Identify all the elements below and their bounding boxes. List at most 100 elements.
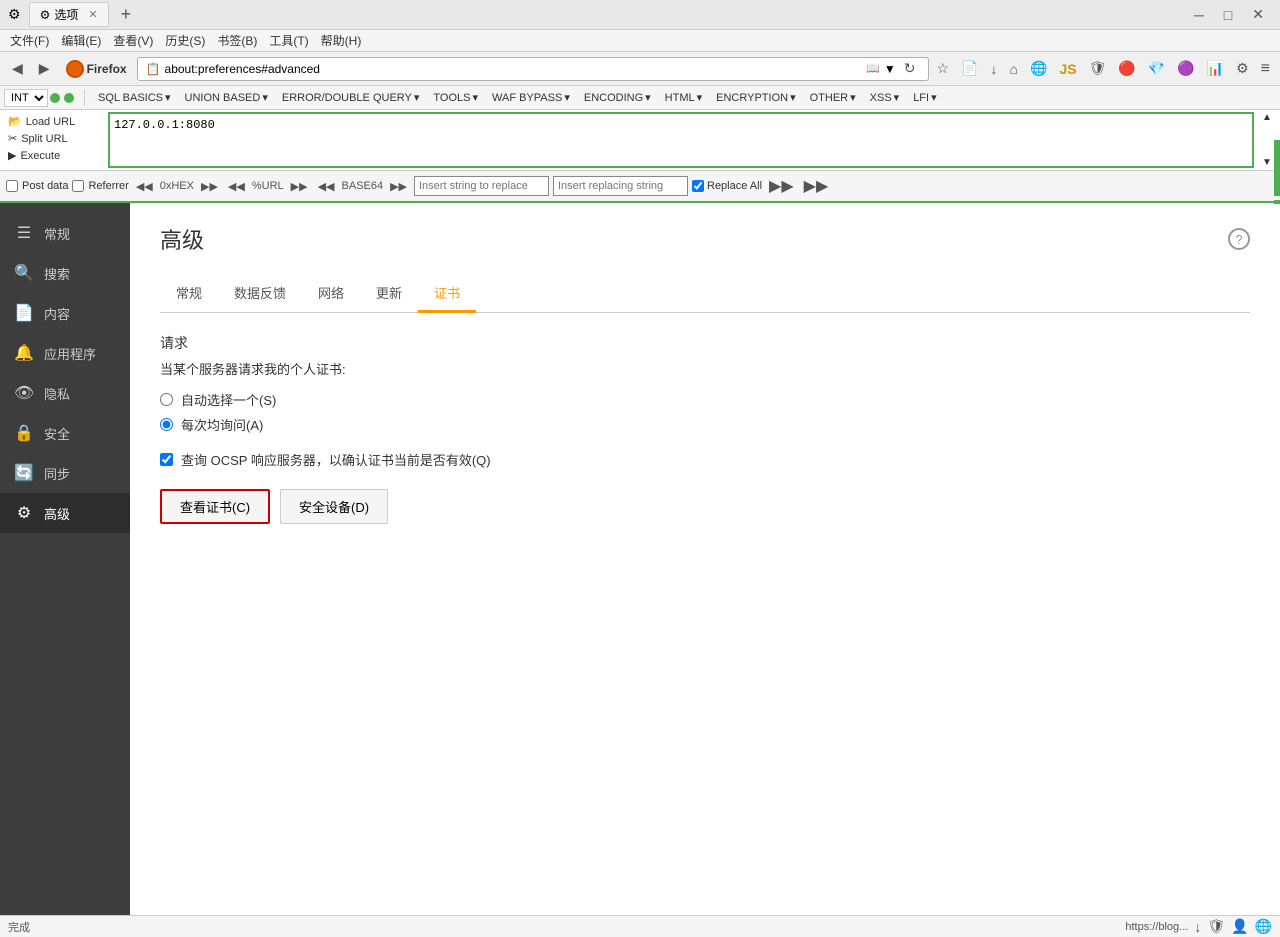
waf-bypass-menu[interactable]: WAF BYPASS▾ <box>487 90 575 105</box>
tools-menu[interactable]: TOOLS▾ <box>428 90 483 105</box>
menu-view[interactable]: 查看(V) <box>107 30 159 51</box>
reload-button[interactable]: ↻ <box>900 60 920 77</box>
ext-icon3[interactable]: 💎 <box>1144 58 1169 79</box>
sidebar-item-advanced[interactable]: ⚙ 高级 <box>0 493 130 533</box>
hex-label: 0xHEX <box>160 180 194 192</box>
ext-icon5[interactable]: 📊 <box>1203 58 1228 79</box>
replace-all-label[interactable]: Replace All <box>707 180 762 192</box>
menu-file[interactable]: 文件(F) <box>4 30 55 51</box>
sidebar-item-security[interactable]: 🔒 安全 <box>0 413 130 453</box>
sql-basics-menu[interactable]: SQL BASICS▾ <box>93 90 176 105</box>
menu-history[interactable]: 历史(S) <box>159 30 211 51</box>
tab-datafeedback[interactable]: 数据反馈 <box>218 275 302 313</box>
post-data-label[interactable]: Post data <box>22 180 68 192</box>
sidebar-item-sync[interactable]: 🔄 同步 <box>0 453 130 493</box>
url-expand-button[interactable]: ▲ <box>1258 112 1276 123</box>
ext-icon2[interactable]: 🔴 <box>1114 58 1139 79</box>
tab-certificate[interactable]: 证书 <box>418 275 476 313</box>
tabs-bar: 常规 数据反馈 网络 更新 证书 <box>160 275 1250 313</box>
close-button[interactable]: ✕ <box>1244 4 1272 25</box>
sidebar-item-general[interactable]: ☰ 常规 <box>0 213 130 253</box>
bookmark-icon[interactable]: ▼ <box>884 62 896 76</box>
nav-bar: ◀ ▶ Firefox 📋 📖 ▼ ↻ ☆ 📄 ↓ ⌂ 🌐 JS 🛡 🔴 💎 🟣… <box>0 52 1280 86</box>
firefox-label: Firefox <box>87 62 127 76</box>
replace-double-right-arrow[interactable]: ▶▶ <box>801 175 832 197</box>
tab-general[interactable]: 常规 <box>160 275 218 313</box>
other-menu[interactable]: OTHER▾ <box>805 90 861 105</box>
url-left-arrow[interactable]: ◀◀ <box>225 179 248 194</box>
menu-help[interactable]: 帮助(H) <box>315 30 368 51</box>
base64-left-arrow[interactable]: ◀◀ <box>315 179 338 194</box>
error-query-menu[interactable]: ERROR/DOUBLE QUERY▾ <box>277 90 425 105</box>
tab-close-icon[interactable]: ✕ <box>88 8 97 21</box>
referrer-label[interactable]: Referrer <box>88 180 128 192</box>
settings-icon[interactable]: ⚙ <box>1232 58 1253 79</box>
minimize-button[interactable]: ─ <box>1186 4 1212 25</box>
post-data-checkbox[interactable] <box>6 180 18 192</box>
radio-auto-item[interactable]: 自动选择一个(S) <box>160 390 1250 409</box>
maximize-button[interactable]: □ <box>1216 4 1240 25</box>
content-icon: 📄 <box>14 303 34 323</box>
insert-replace-input[interactable] <box>414 176 549 196</box>
menu-edit[interactable]: 编辑(E) <box>55 30 107 51</box>
base64-right-arrow[interactable]: ▶▶ <box>387 179 410 194</box>
ocsp-checkbox-item[interactable]: 查询 OCSP 响应服务器，以确认证书当前是否有效(Q) <box>160 450 1250 469</box>
security-devices-button[interactable]: 安全设备(D) <box>280 489 388 524</box>
star-icon[interactable]: ☆ <box>933 58 954 79</box>
hex-left-arrow[interactable]: ◀◀ <box>133 179 156 194</box>
url-input[interactable]: 127.0.0.1:8080 <box>108 112 1254 168</box>
ext-icon4[interactable]: 🟣 <box>1173 58 1198 79</box>
url-actions: 📂 Load URL ✂ Split URL ▶ Execute <box>4 112 104 168</box>
menu-bookmarks[interactable]: 书签(B) <box>211 30 263 51</box>
tab-item[interactable]: ⚙ 选项 ✕ <box>29 2 109 27</box>
reader-icon[interactable]: 📄 <box>957 58 982 79</box>
tab-network[interactable]: 网络 <box>302 275 360 313</box>
hex-right-arrow[interactable]: ▶▶ <box>198 179 221 194</box>
general-icon: ☰ <box>14 223 34 243</box>
view-cert-button[interactable]: 查看证书(C) <box>160 489 270 524</box>
sidebar-label-apps: 应用程序 <box>44 344 96 363</box>
download-icon[interactable]: ↓ <box>987 59 1002 79</box>
menu-icon[interactable]: ≡ <box>1257 58 1274 80</box>
globe-icon[interactable]: 🌐 <box>1026 58 1051 79</box>
sidebar-item-search[interactable]: 🔍 搜索 <box>0 253 130 293</box>
xss-menu[interactable]: XSS▾ <box>865 90 905 105</box>
new-tab-button[interactable]: + <box>117 4 136 25</box>
encoding-menu[interactable]: ENCODING▾ <box>579 90 656 105</box>
help-button[interactable]: ? <box>1228 228 1250 250</box>
replace-all-checkbox[interactable] <box>692 180 704 192</box>
reader-view-icon[interactable]: 📖 <box>866 62 880 75</box>
radio-auto[interactable] <box>160 393 173 406</box>
load-url-button[interactable]: 📂 Load URL <box>4 114 104 129</box>
int-select[interactable]: INT <box>4 89 48 107</box>
sidebar-label-search: 搜索 <box>44 264 70 283</box>
status-download-icon[interactable]: ↓ <box>1194 919 1201 935</box>
sidebar-item-privacy[interactable]: 👁 隐私 <box>0 373 130 413</box>
section-request-title: 请求 <box>160 333 1250 353</box>
address-input[interactable] <box>165 62 863 76</box>
html-menu[interactable]: HTML▾ <box>660 90 707 105</box>
menu-tools[interactable]: 工具(T) <box>263 30 314 51</box>
home-icon[interactable]: ⌂ <box>1006 59 1022 79</box>
union-based-menu[interactable]: UNION BASED▾ <box>180 90 273 105</box>
radio-ask[interactable] <box>160 418 173 431</box>
certificate-section: 请求 当某个服务器请求我的个人证书: 自动选择一个(S) 每次均询问(A) 查询… <box>160 333 1250 524</box>
lfi-menu[interactable]: LFI▾ <box>908 90 941 105</box>
tab-update[interactable]: 更新 <box>360 275 418 313</box>
url-right-arrow[interactable]: ▶▶ <box>288 179 311 194</box>
back-button[interactable]: ◀ <box>6 57 29 80</box>
sidebar-item-content[interactable]: 📄 内容 <box>0 293 130 333</box>
status-shield-icon: 🛡 <box>1207 918 1225 935</box>
split-url-button[interactable]: ✂ Split URL <box>4 131 104 146</box>
encryption-menu[interactable]: ENCRYPTION▾ <box>711 90 800 105</box>
ext-icon1[interactable]: 🛡 <box>1085 58 1111 79</box>
sidebar-item-apps[interactable]: 🔔 应用程序 <box>0 333 130 373</box>
ocsp-checkbox[interactable] <box>160 453 173 466</box>
execute-button[interactable]: ▶ Execute <box>4 148 104 163</box>
forward-button[interactable]: ▶ <box>33 57 56 80</box>
insert-replacing-input[interactable] <box>553 176 688 196</box>
replace-right-arrow[interactable]: ▶▶ <box>766 175 797 197</box>
address-bar[interactable]: 📋 📖 ▼ ↻ <box>137 57 929 81</box>
radio-ask-item[interactable]: 每次均询问(A) <box>160 415 1250 434</box>
referrer-checkbox[interactable] <box>72 180 84 192</box>
